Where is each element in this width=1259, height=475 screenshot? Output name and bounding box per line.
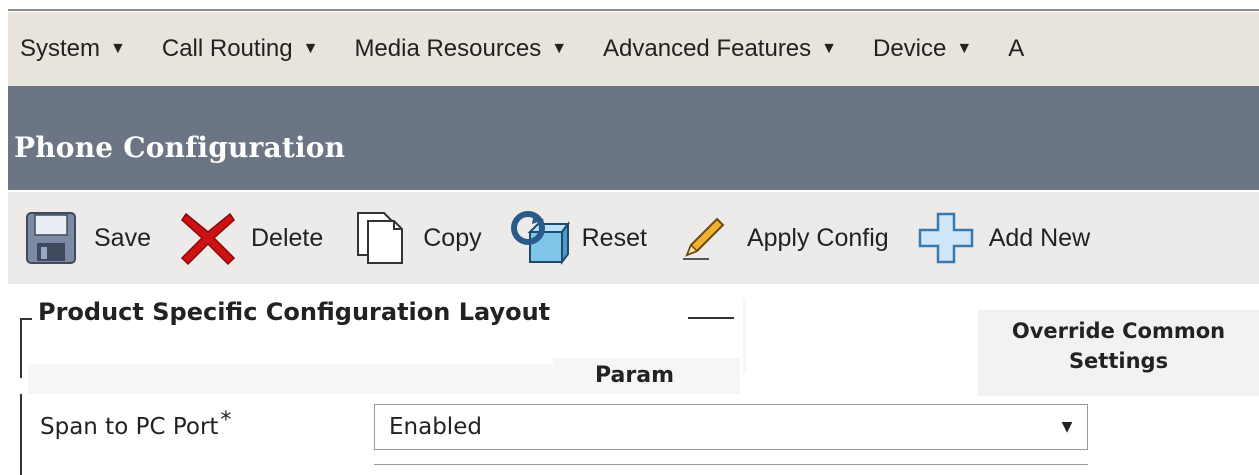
fieldset-border	[20, 318, 22, 378]
menu-media-resources[interactable]: Media Resources ▼	[354, 35, 567, 63]
delete-label: Delete	[250, 223, 324, 252]
fieldset-border	[20, 394, 22, 475]
field-label-text: Span to PC Port	[40, 414, 219, 440]
menu-system[interactable]: System ▼	[20, 35, 126, 63]
menu-label: A	[1008, 35, 1025, 62]
menu-label: Advanced Features	[603, 35, 812, 62]
span-to-pc-port-select[interactable]: Enabled ▼	[374, 404, 1088, 450]
apply-config-label: Apply Config	[746, 223, 889, 252]
menu-label: Call Routing	[161, 35, 293, 62]
span-to-pc-port-label: Span to PC Port*	[40, 408, 231, 440]
chevron-down-icon: ▼	[1061, 419, 1073, 435]
apply-config-button[interactable]: Apply Config	[673, 207, 889, 269]
reset-icon	[508, 207, 570, 269]
menu-device[interactable]: Device ▼	[873, 35, 972, 63]
menu-label: System	[20, 35, 101, 62]
next-field-edge	[374, 464, 1088, 465]
menu-truncated[interactable]: A	[1008, 35, 1024, 63]
section-legend: Product Specific Configuration Layout	[38, 298, 551, 326]
save-button[interactable]: Save	[20, 207, 151, 269]
override-common-settings-header: Override Common Settings	[978, 310, 1259, 396]
add-new-label: Add New	[988, 223, 1091, 252]
delete-button[interactable]: Delete	[177, 207, 323, 269]
chevron-down-icon: ▼	[110, 40, 126, 57]
save-label: Save	[94, 223, 151, 252]
copy-button[interactable]: Copy	[349, 207, 482, 269]
top-frame	[0, 0, 1259, 11]
menu-label: Media Resources	[354, 35, 542, 62]
chevron-down-icon: ▼	[956, 40, 973, 57]
fieldset-border	[688, 317, 734, 319]
menu-bar: System ▼ Call Routing ▼ Media Resources …	[8, 12, 1259, 86]
menu-advanced-features[interactable]: Advanced Features ▼	[603, 35, 837, 63]
add-new-button[interactable]: Add New	[915, 207, 1090, 269]
chevron-down-icon: ▼	[821, 40, 837, 57]
save-icon	[20, 207, 82, 269]
top-rule	[8, 9, 1259, 11]
override-header-line: Override Common	[1011, 319, 1226, 343]
select-value: Enabled	[389, 414, 482, 440]
reset-label: Reset	[581, 223, 647, 252]
toolbar: Save Delete Copy Reset Apply Config Add …	[8, 192, 1259, 284]
menu-label: Device	[873, 35, 947, 62]
header-band	[28, 364, 553, 394]
menu-call-routing[interactable]: Call Routing ▼	[162, 35, 319, 63]
param-column-header: Param	[553, 358, 740, 394]
copy-label: Copy	[423, 223, 482, 252]
chevron-down-icon: ▼	[302, 40, 319, 57]
product-specific-section: Product Specific Configuration Layout Ov…	[8, 284, 1259, 475]
divider	[743, 298, 746, 373]
reset-button[interactable]: Reset	[508, 207, 647, 269]
required-marker: *	[220, 408, 232, 433]
close-icon	[177, 207, 239, 269]
page-title: Phone Configuration	[14, 131, 346, 164]
pencil-icon	[673, 207, 735, 269]
copy-icon	[349, 207, 411, 269]
chevron-down-icon: ▼	[551, 40, 568, 57]
override-header-line: Settings	[1068, 349, 1169, 373]
plus-icon	[915, 207, 977, 269]
title-bar: Phone Configuration	[8, 86, 1259, 190]
